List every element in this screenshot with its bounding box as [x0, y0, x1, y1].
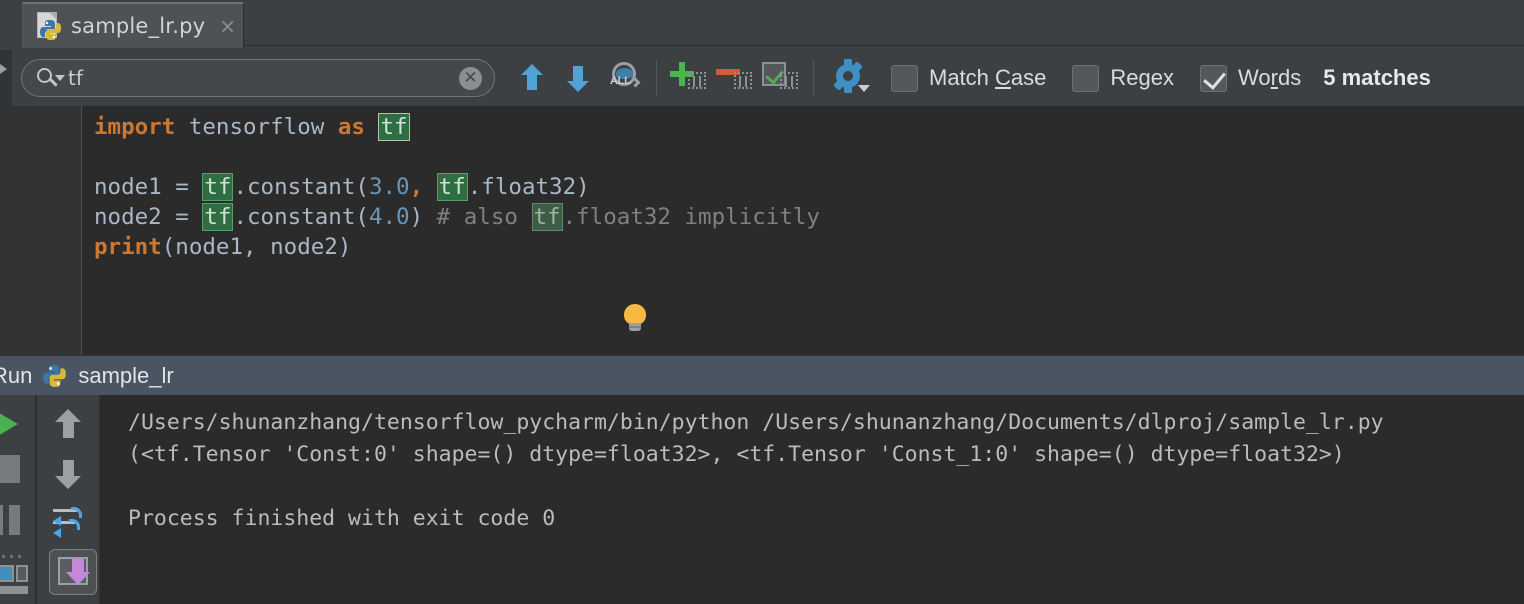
match-count-label: 5 matches — [1323, 65, 1431, 90]
match-case-option[interactable]: Match Case — [891, 64, 1047, 92]
code-content: import tensorflow as tf node1 = tf.const… — [94, 112, 1524, 355]
run-configuration-name: sample_lr — [78, 362, 174, 388]
selection-box-icon — [688, 72, 706, 89]
console-line: /Users/shunanzhang/tensorflow_pycharm/bi… — [128, 410, 1384, 435]
find-all-button[interactable]: ALL — [601, 56, 647, 100]
gear-icon — [833, 59, 870, 93]
console-toolbar — [37, 395, 100, 604]
remove-occurrence-button[interactable] — [712, 56, 758, 100]
token-module-name: tensorflow — [175, 114, 338, 140]
arrow-down-icon — [567, 64, 589, 92]
run-tool-window: /Users/shunanzhang/tensorflow_pycharm/bi… — [0, 395, 1524, 604]
token-comment-end: .float32 implicitly — [562, 204, 820, 230]
find-all-label: ALL — [610, 75, 631, 87]
run-toolbar — [0, 395, 36, 604]
layout-icon[interactable] — [0, 565, 28, 595]
console-line: Process finished with exit code 0 — [128, 506, 556, 531]
find-bar: tf ✕ ALL Match Case Regex Words 5 matche… — [12, 50, 1524, 106]
chevron-down-icon — [858, 85, 870, 92]
select-all-occurrences-button[interactable] — [758, 56, 804, 100]
token-float32-close: .float32) — [467, 174, 590, 200]
python-icon — [42, 363, 68, 389]
words-option[interactable]: Words — [1200, 64, 1302, 92]
words-checkbox[interactable] — [1200, 64, 1228, 92]
token-comma: , — [409, 174, 437, 200]
token-print-keyword: print — [94, 234, 162, 260]
token-node2-assign: node2 = — [94, 204, 203, 230]
match-highlight: tf — [202, 173, 234, 201]
token-dot-constant: .constant( — [233, 174, 369, 200]
clear-icon[interactable]: ✕ — [459, 67, 482, 90]
close-icon[interactable]: × — [219, 14, 236, 38]
add-occurrence-button[interactable] — [666, 56, 712, 100]
lightbulb-icon[interactable] — [624, 304, 646, 332]
match-highlight-current: tf — [378, 113, 410, 141]
left-rail — [0, 0, 12, 355]
arrow-down-icon[interactable] — [55, 459, 81, 489]
arrow-up-icon[interactable] — [55, 409, 81, 439]
search-input-value: tf — [68, 66, 83, 90]
editor-gutter[interactable] — [12, 106, 82, 355]
editor-tab-sample-lr[interactable]: sample_lr.py × — [22, 2, 244, 48]
token-number-3: 3.0 — [368, 174, 410, 200]
regex-option[interactable]: Regex — [1072, 64, 1175, 92]
toolbar-separator — [0, 555, 24, 558]
arrow-up-icon — [521, 64, 543, 92]
regex-label: Regex — [1110, 65, 1175, 90]
pycharm-window: sample_lr.py × tf ✕ ALL Match Case Regex… — [0, 0, 1524, 604]
soft-wrap-icon[interactable] — [53, 507, 85, 538]
token-number-4: 4.0 — [368, 204, 410, 230]
find-previous-button[interactable] — [509, 56, 555, 100]
words-label: Words — [1238, 65, 1302, 90]
code-editor[interactable]: import tensorflow as tf node1 = tf.const… — [12, 106, 1524, 355]
scroll-to-end-icon[interactable] — [49, 549, 97, 595]
stop-icon[interactable] — [0, 455, 20, 483]
console-output[interactable]: /Users/shunanzhang/tensorflow_pycharm/bi… — [100, 395, 1524, 604]
toolbar-separator — [813, 60, 814, 96]
search-input[interactable]: tf ✕ — [21, 59, 495, 97]
token-print-args: (node1, node2) — [161, 234, 352, 260]
find-settings-button[interactable] — [823, 56, 870, 100]
search-icon[interactable] — [36, 67, 66, 89]
selection-box-icon — [780, 72, 798, 89]
python-file-icon — [37, 12, 61, 40]
editor-tab-strip: sample_lr.py × — [0, 0, 1524, 50]
token-close-paren: ) — [409, 204, 437, 230]
tab-title: sample_lr.py — [71, 14, 206, 38]
token-dot-constant: .constant( — [233, 204, 369, 230]
find-next-button[interactable] — [555, 56, 601, 100]
match-highlight: tf — [531, 203, 563, 231]
match-highlight: tf — [202, 203, 234, 231]
match-case-checkbox[interactable] — [891, 64, 918, 92]
console-line: (<tf.Tensor 'Const:0' shape=() dtype=flo… — [128, 442, 1345, 467]
expand-caret-icon[interactable] — [0, 64, 7, 74]
token-import-keyword: import — [94, 114, 176, 140]
regex-checkbox[interactable] — [1072, 64, 1100, 92]
token-comment-start: # also — [436, 204, 532, 230]
run-tool-window-header: Run sample_lr — [0, 355, 1524, 395]
match-case-label: Match Case — [929, 65, 1047, 90]
pause-icon[interactable] — [0, 505, 20, 535]
match-highlight: tf — [436, 173, 468, 201]
find-all-icon: ALL — [609, 62, 641, 94]
token-as-keyword: as — [337, 114, 365, 140]
play-icon[interactable] — [0, 405, 18, 443]
selection-box-icon — [734, 72, 752, 89]
tab-strip-empty-area — [244, 2, 1524, 46]
toolbar-separator — [656, 60, 657, 96]
run-title: Run — [0, 362, 33, 388]
token-node1-assign: node1 = — [94, 174, 203, 200]
